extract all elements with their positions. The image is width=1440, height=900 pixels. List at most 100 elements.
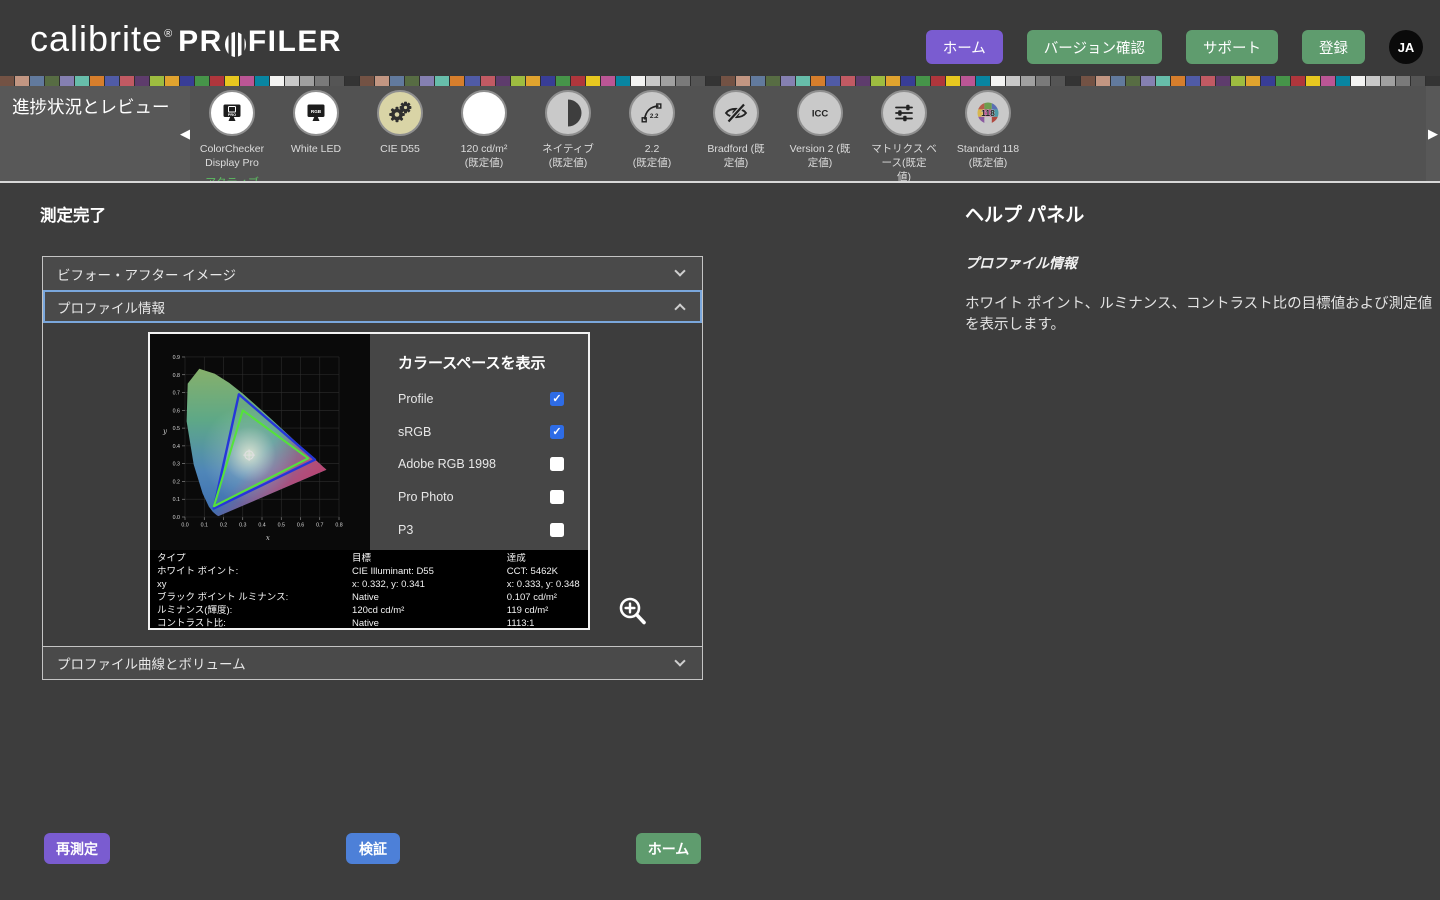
color-swatch <box>526 76 540 86</box>
svg-text:0.5: 0.5 <box>278 523 285 529</box>
table-cell: タイプ <box>157 553 352 566</box>
icc-icon: ICC <box>797 90 843 136</box>
table-header-row: タイプ目標達成 <box>157 553 581 566</box>
scroll-right-arrow-icon[interactable]: ▶ <box>1428 126 1438 142</box>
color-swatch <box>420 76 434 86</box>
color-swatch <box>676 76 690 86</box>
progress-step[interactable]: Bradford (既 定値) <box>694 90 778 183</box>
progress-step[interactable]: PROColorChecker Display Proアクティブ <box>190 90 274 183</box>
colorspace-checkbox[interactable]: ✓ <box>550 392 564 406</box>
color-swatch <box>1216 76 1230 86</box>
accordion-curves-header[interactable]: プロファイル曲線とボリューム <box>43 646 702 679</box>
color-swatch <box>991 76 1005 86</box>
svg-text:0.5: 0.5 <box>173 426 180 432</box>
svg-text:0.3: 0.3 <box>173 462 180 468</box>
help-section-title: プロファイル情報 <box>965 253 1435 273</box>
register-button[interactable]: 登録 <box>1302 30 1365 64</box>
version-check-button[interactable]: バージョン確認 <box>1027 30 1162 64</box>
color-swatch <box>75 76 89 86</box>
progress-step[interactable]: ネイティブ (既定値) <box>526 90 610 183</box>
colorspace-list: Profile✓sRGB✓Adobe RGB 1998Pro PhotoP3 <box>398 383 564 546</box>
progress-step[interactable]: 120 cd/m² (既定値) <box>442 90 526 183</box>
colorspace-row: P3 <box>398 513 564 546</box>
chevron-down-icon <box>674 265 685 276</box>
color-swatch <box>210 76 224 86</box>
table-cell: ホワイト ポイント: <box>157 566 352 579</box>
svg-text:0.7: 0.7 <box>173 391 180 397</box>
color-swatch <box>811 76 825 86</box>
table-cell: xy <box>157 579 352 592</box>
colorspace-label: P3 <box>398 523 413 537</box>
svg-text:0.4: 0.4 <box>258 523 265 529</box>
brightness-icon <box>461 90 507 136</box>
svg-text:PRO: PRO <box>228 113 236 117</box>
display-pro-icon: PRO <box>209 90 255 136</box>
color-swatch <box>796 76 810 86</box>
verify-button[interactable]: 検証 <box>346 833 400 864</box>
progress-step[interactable]: 118Standard 118 (既定値) <box>946 90 1030 183</box>
progress-step[interactable]: 2.22.2 (既定値) <box>610 90 694 183</box>
color-swatch <box>300 76 314 86</box>
color-swatch <box>1231 76 1245 86</box>
chevron-up-icon <box>674 303 685 314</box>
home-button[interactable]: ホーム <box>636 833 701 864</box>
color-swatch <box>180 76 194 86</box>
colorspace-checkbox[interactable] <box>550 490 564 504</box>
color-swatch <box>1426 76 1440 86</box>
remeasure-button[interactable]: 再測定 <box>44 833 110 864</box>
logo-product-post: FILER <box>248 25 342 59</box>
color-swatch <box>511 76 525 86</box>
color-swatch <box>856 76 870 86</box>
color-swatch <box>481 76 495 86</box>
progress-step[interactable]: ICCVersion 2 (既 定値) <box>778 90 862 183</box>
color-swatch <box>1126 76 1140 86</box>
progress-step[interactable]: マトリクス ベ ース(既定 値) <box>862 90 946 183</box>
help-panel-title: ヘルプ パネル <box>965 200 1435 227</box>
color-swatch <box>150 76 164 86</box>
color-swatch <box>601 76 615 86</box>
chevron-down-icon <box>674 655 685 666</box>
step-status: アクティブ <box>205 174 259 183</box>
color-swatch <box>30 76 44 86</box>
support-button[interactable]: サポート <box>1186 30 1278 64</box>
accordion-curves-label: プロファイル曲線とボリューム <box>57 653 246 673</box>
color-swatch <box>946 76 960 86</box>
colorspace-checkbox[interactable] <box>550 523 564 537</box>
scroll-left-arrow-icon[interactable]: ◀ <box>180 126 190 142</box>
home-nav-button[interactable]: ホーム <box>926 30 1003 64</box>
color-swatch <box>15 76 29 86</box>
color-swatch <box>736 76 750 86</box>
step-label: Standard 118 (既定値) <box>957 143 1019 171</box>
color-swatch <box>571 76 585 86</box>
svg-text:0.2: 0.2 <box>173 479 180 485</box>
table-cell: 120cd cd/m² <box>352 605 507 618</box>
table-cell: 1113:1 <box>507 618 581 631</box>
accordion-before-after-label: ビフォー・アフター イメージ <box>57 264 236 284</box>
color-swatch <box>405 76 419 86</box>
colorspace-checkbox[interactable]: ✓ <box>550 425 564 439</box>
svg-text:x: x <box>266 534 270 542</box>
zoom-in-icon[interactable] <box>617 595 649 629</box>
table-row: ブラック ポイント ルミナンス:Native0.107 cd/m² <box>157 592 581 605</box>
color-swatch <box>105 76 119 86</box>
progress-steps-viewport: PROColorChecker Display ProアクティブRGBWhite… <box>190 86 1426 181</box>
progress-step[interactable]: CIE D55 <box>358 90 442 183</box>
accordion-profile-info-header[interactable]: プロファイル情報 <box>43 290 702 323</box>
svg-text:0.6: 0.6 <box>297 523 304 529</box>
color-swatch <box>901 76 915 86</box>
colorspace-checkbox[interactable] <box>550 457 564 471</box>
color-swatch <box>1396 76 1410 86</box>
user-avatar[interactable]: JA <box>1389 30 1423 64</box>
logo-product-text: PRFILER <box>178 25 342 59</box>
color-swatch <box>135 76 149 86</box>
color-swatch <box>961 76 975 86</box>
color-swatch <box>1411 76 1425 86</box>
accordion-before-after-header[interactable]: ビフォー・アフター イメージ <box>43 257 702 290</box>
svg-text:RGB: RGB <box>311 109 322 114</box>
color-swatch <box>661 76 675 86</box>
progress-step[interactable]: RGBWhite LED <box>274 90 358 183</box>
color-swatch <box>90 76 104 86</box>
color-swatch <box>255 76 269 86</box>
colorspace-row: sRGB✓ <box>398 416 564 449</box>
logo-brand-text: calibrite <box>30 18 163 60</box>
